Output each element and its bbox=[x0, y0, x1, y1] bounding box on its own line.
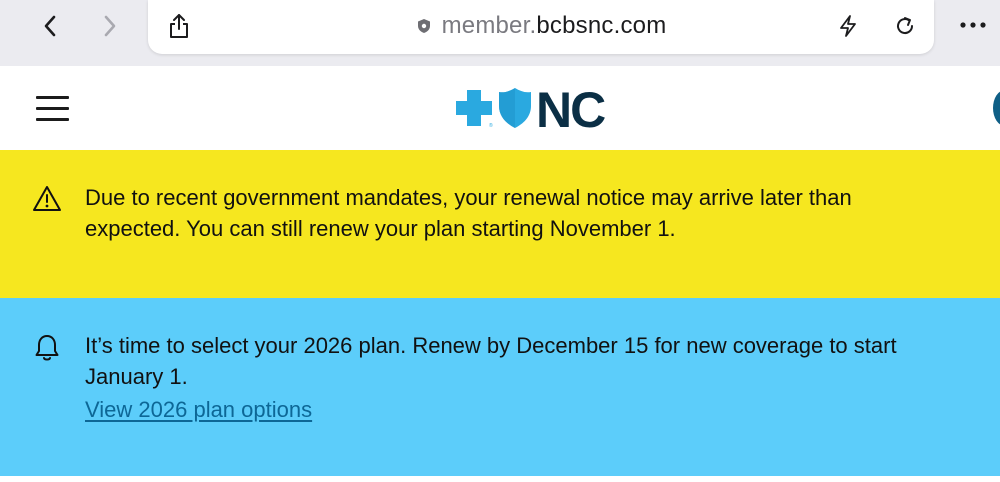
chevron-right-icon bbox=[104, 15, 116, 37]
view-plan-options-link[interactable]: View 2026 plan options bbox=[85, 394, 312, 425]
site-header: ® NC bbox=[0, 66, 1000, 150]
info-alert: It’s time to select your 2026 plan. Rene… bbox=[0, 298, 1000, 476]
reload-button[interactable] bbox=[890, 11, 920, 41]
bell-icon bbox=[35, 335, 59, 361]
shield-lock-icon bbox=[416, 18, 432, 34]
browser-toolbar: member.bcbsnc.com bbox=[0, 0, 1000, 66]
blue-cross-icon bbox=[456, 90, 492, 126]
warning-alert: Due to recent government mandates, your … bbox=[0, 150, 1000, 298]
bolt-icon bbox=[840, 15, 856, 37]
bolt-button[interactable] bbox=[834, 11, 862, 41]
info-alert-line2: January 1. bbox=[85, 364, 188, 389]
more-button[interactable] bbox=[952, 10, 994, 40]
forward-button[interactable] bbox=[92, 8, 128, 44]
chevron-left-icon bbox=[44, 15, 56, 37]
logo-nc-text: NC bbox=[536, 84, 605, 134]
warning-triangle-icon bbox=[33, 186, 61, 211]
info-alert-text: It’s time to select your 2026 plan. Rene… bbox=[85, 330, 945, 392]
url-domain: bcbsnc.com bbox=[536, 12, 667, 39]
address-bar[interactable]: member.bcbsnc.com bbox=[148, 0, 934, 54]
reload-icon bbox=[897, 17, 914, 35]
url-text: member.bcbsnc.com bbox=[442, 12, 667, 40]
warning-alert-line2: expected. You can still renew your plan … bbox=[85, 216, 676, 241]
info-alert-line1: It’s time to select your 2026 plan. Rene… bbox=[85, 333, 897, 358]
page-divider bbox=[0, 476, 1000, 482]
hamburger-menu-icon[interactable] bbox=[36, 94, 70, 122]
url-prefix: member. bbox=[441, 12, 537, 39]
url-display[interactable]: member.bcbsnc.com bbox=[148, 0, 934, 52]
warning-alert-line1: Due to recent government mandates, your … bbox=[85, 185, 852, 210]
back-button[interactable] bbox=[32, 8, 68, 44]
avatar[interactable] bbox=[993, 90, 1000, 126]
more-dots-icon bbox=[960, 22, 986, 28]
warning-alert-text: Due to recent government mandates, your … bbox=[85, 182, 945, 244]
svg-text:®: ® bbox=[489, 122, 493, 129]
bcbsnc-logo[interactable]: ® NC bbox=[453, 82, 623, 138]
